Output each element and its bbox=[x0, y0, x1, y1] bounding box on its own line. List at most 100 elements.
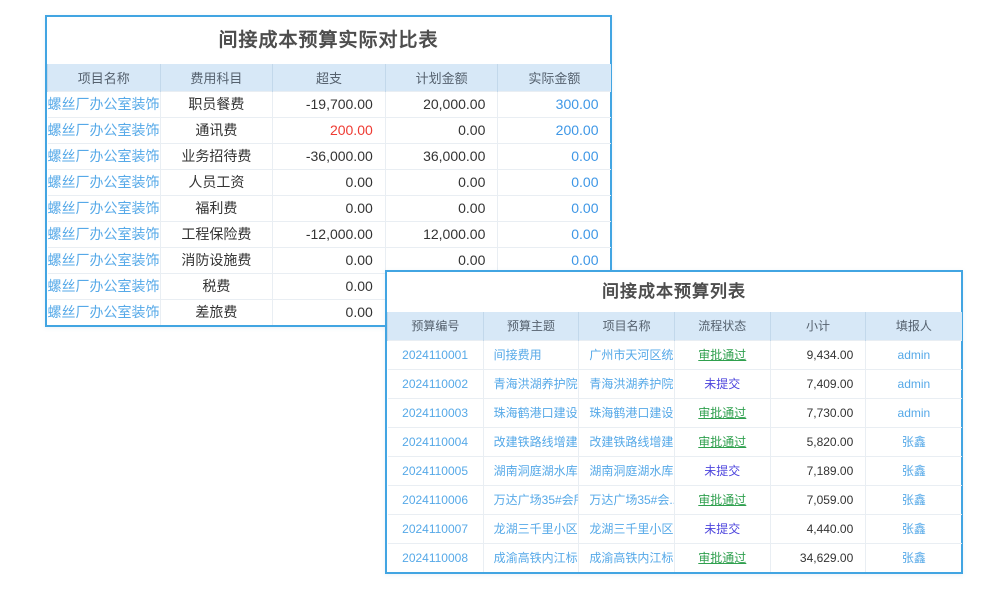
budget-subject-link[interactable]: 改建铁路线增建第二线直... bbox=[483, 427, 579, 456]
flow-status-cell[interactable]: 审批通过 bbox=[674, 485, 770, 514]
budget-list-panel: 间接成本预算列表 预算编号 预算主题 项目名称 流程状态 小计 填报人 2024… bbox=[385, 270, 963, 574]
filler-name-link[interactable]: 张鑫 bbox=[866, 485, 962, 514]
budget-list-title: 间接成本预算列表 bbox=[387, 272, 961, 312]
expense-category-cell: 消防设施费 bbox=[160, 247, 273, 273]
planned-amount-cell: 0.00 bbox=[385, 195, 498, 221]
expense-category-cell: 税费 bbox=[160, 273, 273, 299]
project-name-link[interactable]: 改建铁路线增建... bbox=[579, 427, 675, 456]
table-row: 2024110005 湖南洞庭湖水库引水工程... 湖南洞庭湖水库... 未提交… bbox=[388, 456, 962, 485]
subtotal-cell: 7,059.00 bbox=[770, 485, 866, 514]
project-name-link[interactable]: 龙湖三千里小区 bbox=[579, 514, 675, 543]
subtotal-cell: 7,409.00 bbox=[770, 369, 866, 398]
overspend-cell: -36,000.00 bbox=[273, 143, 386, 169]
budget-number-link[interactable]: 2024110008 bbox=[388, 543, 484, 572]
flow-status-cell[interactable]: 审批通过 bbox=[674, 398, 770, 427]
overspend-cell: 0.00 bbox=[273, 169, 386, 195]
project-name-link[interactable]: 螺丝厂办公室装饰 bbox=[48, 195, 161, 221]
budget-subject-link[interactable]: 成渝高铁内江标段项目预... bbox=[483, 543, 579, 572]
column-header: 预算编号 bbox=[388, 312, 484, 340]
flow-status-cell[interactable]: 审批通过 bbox=[674, 427, 770, 456]
actual-amount-cell: 0.00 bbox=[498, 169, 611, 195]
subtotal-cell: 4,440.00 bbox=[770, 514, 866, 543]
project-name-link[interactable]: 螺丝厂办公室装饰 bbox=[48, 247, 161, 273]
budget-subject-link[interactable]: 珠海鹤港口建设间接成本... bbox=[483, 398, 579, 427]
budget-number-link[interactable]: 2024110002 bbox=[388, 369, 484, 398]
filler-name-link[interactable]: admin bbox=[866, 398, 962, 427]
expense-category-cell: 福利费 bbox=[160, 195, 273, 221]
budget-subject-link[interactable]: 间接费用 bbox=[483, 340, 579, 369]
project-name-link[interactable]: 螺丝厂办公室装饰 bbox=[48, 299, 161, 325]
project-name-link[interactable]: 螺丝厂办公室装饰 bbox=[48, 91, 161, 117]
budget-number-link[interactable]: 2024110007 bbox=[388, 514, 484, 543]
project-name-link[interactable]: 成渝高铁内江标... bbox=[579, 543, 675, 572]
subtotal-cell: 9,434.00 bbox=[770, 340, 866, 369]
column-header: 计划金额 bbox=[385, 64, 498, 91]
filler-name-link[interactable]: 张鑫 bbox=[866, 427, 962, 456]
overspend-cell: 200.00 bbox=[273, 117, 386, 143]
budget-number-link[interactable]: 2024110004 bbox=[388, 427, 484, 456]
overspend-cell: 0.00 bbox=[273, 247, 386, 273]
actual-amount-cell: 300.00 bbox=[498, 91, 611, 117]
project-name-link[interactable]: 青海洪湖养护院... bbox=[579, 369, 675, 398]
filler-name-link[interactable]: 张鑫 bbox=[866, 543, 962, 572]
filler-name-link[interactable]: admin bbox=[866, 340, 962, 369]
overspend-cell: 0.00 bbox=[273, 195, 386, 221]
project-name-link[interactable]: 螺丝厂办公室装饰 bbox=[48, 221, 161, 247]
subtotal-cell: 7,730.00 bbox=[770, 398, 866, 427]
table-row: 2024110007 龙湖三千里小区间接成本... 龙湖三千里小区 未提交 4,… bbox=[388, 514, 962, 543]
actual-amount-cell: 200.00 bbox=[498, 117, 611, 143]
compare-table-title: 间接成本预算实际对比表 bbox=[47, 17, 610, 64]
budget-number-link[interactable]: 2024110001 bbox=[388, 340, 484, 369]
table-row: 2024110002 青海洪湖养护院项目间接... 青海洪湖养护院... 未提交… bbox=[388, 369, 962, 398]
flow-status-cell[interactable]: 未提交 bbox=[674, 514, 770, 543]
actual-amount-cell: 0.00 bbox=[498, 143, 611, 169]
budget-subject-link[interactable]: 龙湖三千里小区间接成本... bbox=[483, 514, 579, 543]
overspend-cell: -12,000.00 bbox=[273, 221, 386, 247]
project-name-link[interactable]: 螺丝厂办公室装饰 bbox=[48, 143, 161, 169]
column-header: 预算主题 bbox=[483, 312, 579, 340]
subtotal-cell: 34,629.00 bbox=[770, 543, 866, 572]
flow-status-cell[interactable]: 未提交 bbox=[674, 369, 770, 398]
filler-name-link[interactable]: 张鑫 bbox=[866, 456, 962, 485]
column-header: 填报人 bbox=[866, 312, 962, 340]
expense-category-cell: 差旅费 bbox=[160, 299, 273, 325]
project-name-link[interactable]: 螺丝厂办公室装饰 bbox=[48, 117, 161, 143]
column-header: 超支 bbox=[273, 64, 386, 91]
expense-category-cell: 通讯费 bbox=[160, 117, 273, 143]
budget-subject-link[interactable]: 万达广场35#会所及咖啡... bbox=[483, 485, 579, 514]
filler-name-link[interactable]: 张鑫 bbox=[866, 514, 962, 543]
budget-subject-link[interactable]: 青海洪湖养护院项目间接... bbox=[483, 369, 579, 398]
table-row: 螺丝厂办公室装饰 工程保险费 -12,000.00 12,000.00 0.00 bbox=[48, 221, 611, 247]
table-row: 螺丝厂办公室装饰 职员餐费 -19,700.00 20,000.00 300.0… bbox=[48, 91, 611, 117]
budget-number-link[interactable]: 2024110005 bbox=[388, 456, 484, 485]
budget-list-header-row: 预算编号 预算主题 项目名称 流程状态 小计 填报人 bbox=[388, 312, 962, 340]
expense-category-cell: 工程保险费 bbox=[160, 221, 273, 247]
table-row: 螺丝厂办公室装饰 福利费 0.00 0.00 0.00 bbox=[48, 195, 611, 221]
project-name-link[interactable]: 湖南洞庭湖水库... bbox=[579, 456, 675, 485]
budget-number-link[interactable]: 2024110003 bbox=[388, 398, 484, 427]
overspend-cell: 0.00 bbox=[273, 299, 386, 325]
column-header: 流程状态 bbox=[674, 312, 770, 340]
project-name-link[interactable]: 螺丝厂办公室装饰 bbox=[48, 169, 161, 195]
flow-status-cell[interactable]: 审批通过 bbox=[674, 543, 770, 572]
budget-number-link[interactable]: 2024110006 bbox=[388, 485, 484, 514]
planned-amount-cell: 0.00 bbox=[385, 169, 498, 195]
project-name-link[interactable]: 珠海鹤港口建设 bbox=[579, 398, 675, 427]
planned-amount-cell: 20,000.00 bbox=[385, 91, 498, 117]
expense-category-cell: 职员餐费 bbox=[160, 91, 273, 117]
budget-list-table: 预算编号 预算主题 项目名称 流程状态 小计 填报人 2024110001 间接… bbox=[387, 312, 962, 572]
flow-status-cell[interactable]: 审批通过 bbox=[674, 340, 770, 369]
project-name-link[interactable]: 螺丝厂办公室装饰 bbox=[48, 273, 161, 299]
planned-amount-cell: 0.00 bbox=[385, 117, 498, 143]
budget-subject-link[interactable]: 湖南洞庭湖水库引水工程... bbox=[483, 456, 579, 485]
table-row: 2024110004 改建铁路线增建第二线直... 改建铁路线增建... 审批通… bbox=[388, 427, 962, 456]
table-row: 螺丝厂办公室装饰 通讯费 200.00 0.00 200.00 bbox=[48, 117, 611, 143]
flow-status-cell[interactable]: 未提交 bbox=[674, 456, 770, 485]
budget-list-body: 2024110001 间接费用 广州市天河区统... 审批通过 9,434.00… bbox=[388, 340, 962, 572]
subtotal-cell: 7,189.00 bbox=[770, 456, 866, 485]
table-row: 2024110001 间接费用 广州市天河区统... 审批通过 9,434.00… bbox=[388, 340, 962, 369]
filler-name-link[interactable]: admin bbox=[866, 369, 962, 398]
project-name-link[interactable]: 万达广场35#会... bbox=[579, 485, 675, 514]
project-name-link[interactable]: 广州市天河区统... bbox=[579, 340, 675, 369]
expense-category-cell: 业务招待费 bbox=[160, 143, 273, 169]
